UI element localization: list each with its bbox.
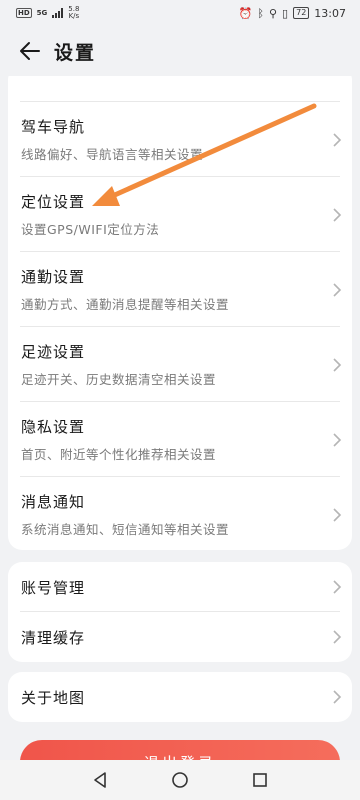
clock: 13:07 (314, 6, 346, 20)
chevron-right-icon (322, 132, 352, 147)
chevron-right-icon (322, 630, 352, 644)
settings-group-about: 关于地图 (8, 672, 352, 722)
network-speed-unit: K/s (68, 12, 80, 20)
location-icon: ⚲ (268, 6, 278, 20)
nav-recents-button[interactable] (240, 760, 280, 800)
chevron-right-icon (322, 690, 352, 704)
setting-location[interactable]: 定位设置 设置GPS/WIFI定位方法 (8, 177, 352, 252)
status-bar: HD 5G 5.8 K/s ⏰ ᛒ ⚲ ▯ 72 13:07 (0, 0, 360, 26)
signal-icon (52, 8, 64, 18)
setting-driving-navigation[interactable]: 驾车导航 线路偏好、导航语言等相关设置 (8, 102, 352, 177)
vibrate-icon: ▯ (282, 6, 289, 20)
setting-title: 消息通知 (21, 493, 86, 511)
setting-title: 足迹设置 (21, 343, 86, 361)
arrow-left-icon (20, 42, 40, 60)
setting-subtitle: 首页、附近等个性化推荐相关设置 (21, 447, 217, 462)
setting-account-management[interactable]: 账号管理 (8, 562, 352, 612)
settings-list[interactable]: 驾车导航 线路偏好、导航语言等相关设置 定位设置 设置GPS/WIFI定位方法 … (0, 76, 360, 760)
chevron-right-icon (322, 432, 352, 447)
setting-title: 清理缓存 (21, 628, 86, 647)
signal-type: 5G (36, 9, 48, 17)
setting-privacy[interactable]: 隐私设置 首页、附近等个性化推荐相关设置 (8, 402, 352, 477)
setting-subtitle: 线路偏好、导航语言等相关设置 (21, 147, 204, 162)
hd-badge: HD (16, 8, 32, 18)
chevron-right-icon (322, 507, 352, 522)
setting-title: 通勤设置 (21, 268, 86, 286)
nav-back-button[interactable] (80, 760, 120, 800)
setting-subtitle: 系统消息通知、短信通知等相关设置 (21, 522, 230, 537)
setting-subtitle: 足迹开关、历史数据清空相关设置 (21, 372, 217, 387)
network-speed: 5.8 K/s (68, 6, 79, 20)
setting-notifications[interactable]: 消息通知 系统消息通知、短信通知等相关设置 (8, 477, 352, 550)
setting-subtitle: 设置GPS/WIFI定位方法 (21, 222, 160, 237)
settings-group-account: 账号管理 清理缓存 (8, 562, 352, 662)
setting-title: 隐私设置 (21, 418, 86, 436)
setting-about-map[interactable]: 关于地图 (8, 672, 352, 722)
page-title: 设置 (54, 41, 97, 64)
triangle-back-icon (94, 772, 106, 788)
app-header: 设置 (0, 26, 360, 76)
list-item-partial (8, 76, 352, 102)
setting-title: 定位设置 (21, 193, 86, 211)
circle-home-icon (172, 772, 188, 788)
setting-commute[interactable]: 通勤设置 通勤方式、通勤消息提醒等相关设置 (8, 252, 352, 327)
logout-button[interactable]: 退出登录 (20, 740, 340, 760)
setting-title: 驾车导航 (21, 118, 86, 136)
setting-title: 关于地图 (21, 688, 86, 707)
chevron-right-icon (322, 282, 352, 297)
nav-home-button[interactable] (160, 760, 200, 800)
bluetooth-icon: ᛒ (257, 6, 264, 20)
setting-title: 账号管理 (21, 578, 86, 597)
setting-subtitle: 通勤方式、通勤消息提醒等相关设置 (21, 297, 230, 312)
back-button[interactable] (8, 29, 52, 73)
chevron-right-icon (322, 207, 352, 222)
settings-group-main: 驾车导航 线路偏好、导航语言等相关设置 定位设置 设置GPS/WIFI定位方法 … (8, 76, 352, 550)
chevron-right-icon (322, 580, 352, 594)
battery-icon: 72 (293, 7, 310, 19)
square-recents-icon (253, 773, 267, 787)
chevron-right-icon (322, 357, 352, 372)
setting-footprint[interactable]: 足迹设置 足迹开关、历史数据清空相关设置 (8, 327, 352, 402)
system-nav-bar (0, 760, 360, 800)
alarm-icon: ⏰ (238, 6, 253, 20)
setting-clear-cache[interactable]: 清理缓存 (8, 612, 352, 662)
